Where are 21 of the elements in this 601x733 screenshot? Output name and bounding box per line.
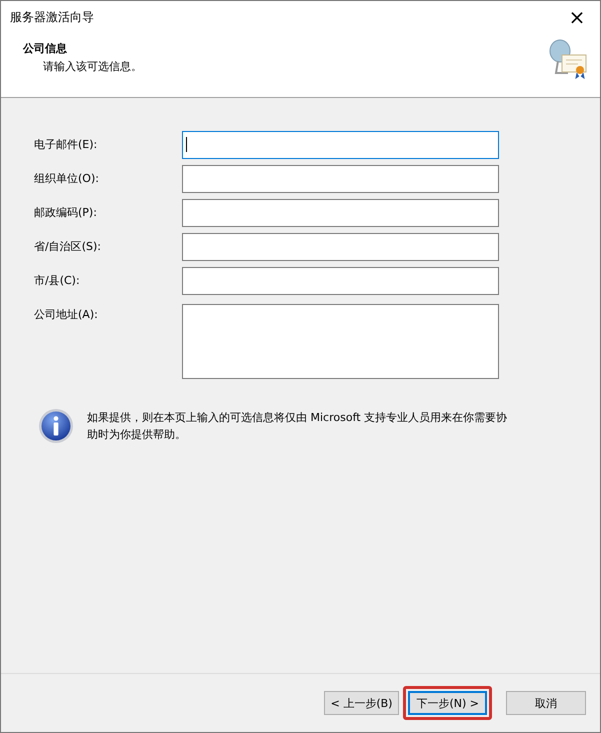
input-field[interactable] [182, 233, 499, 261]
field-label: 电子邮件(E): [34, 137, 98, 153]
info-icon [38, 408, 74, 444]
wizard-button[interactable]: < 上一步(B) [324, 691, 400, 715]
field-label: 市/县(C): [34, 273, 81, 289]
input-field[interactable] [182, 131, 499, 159]
window-title: 服务器激活向导 [10, 8, 94, 26]
certificate-icon [548, 39, 588, 79]
text-area[interactable] [182, 304, 499, 379]
info-text: 如果提供，则在本页上输入的可选信息将仅由 Microsoft 支持专业人员用来在你需要协助时为你提供帮助。 [87, 410, 508, 443]
input-field[interactable] [182, 165, 499, 193]
wizard-button[interactable]: 下一步(N) > [408, 691, 487, 715]
page-title: 公司信息 [23, 41, 68, 56]
field-label: 省/自治区(S): [34, 239, 102, 255]
field-label: 公司地址(A): [34, 307, 99, 323]
field-label: 邮政编码(P): [34, 205, 98, 221]
input-field[interactable] [182, 267, 499, 295]
field-label: 组织单位(O): [34, 171, 100, 187]
page-subtitle: 请输入该可选信息。 [42, 59, 142, 74]
input-field[interactable] [182, 199, 499, 227]
wizard-button[interactable]: 取消 [506, 691, 586, 715]
